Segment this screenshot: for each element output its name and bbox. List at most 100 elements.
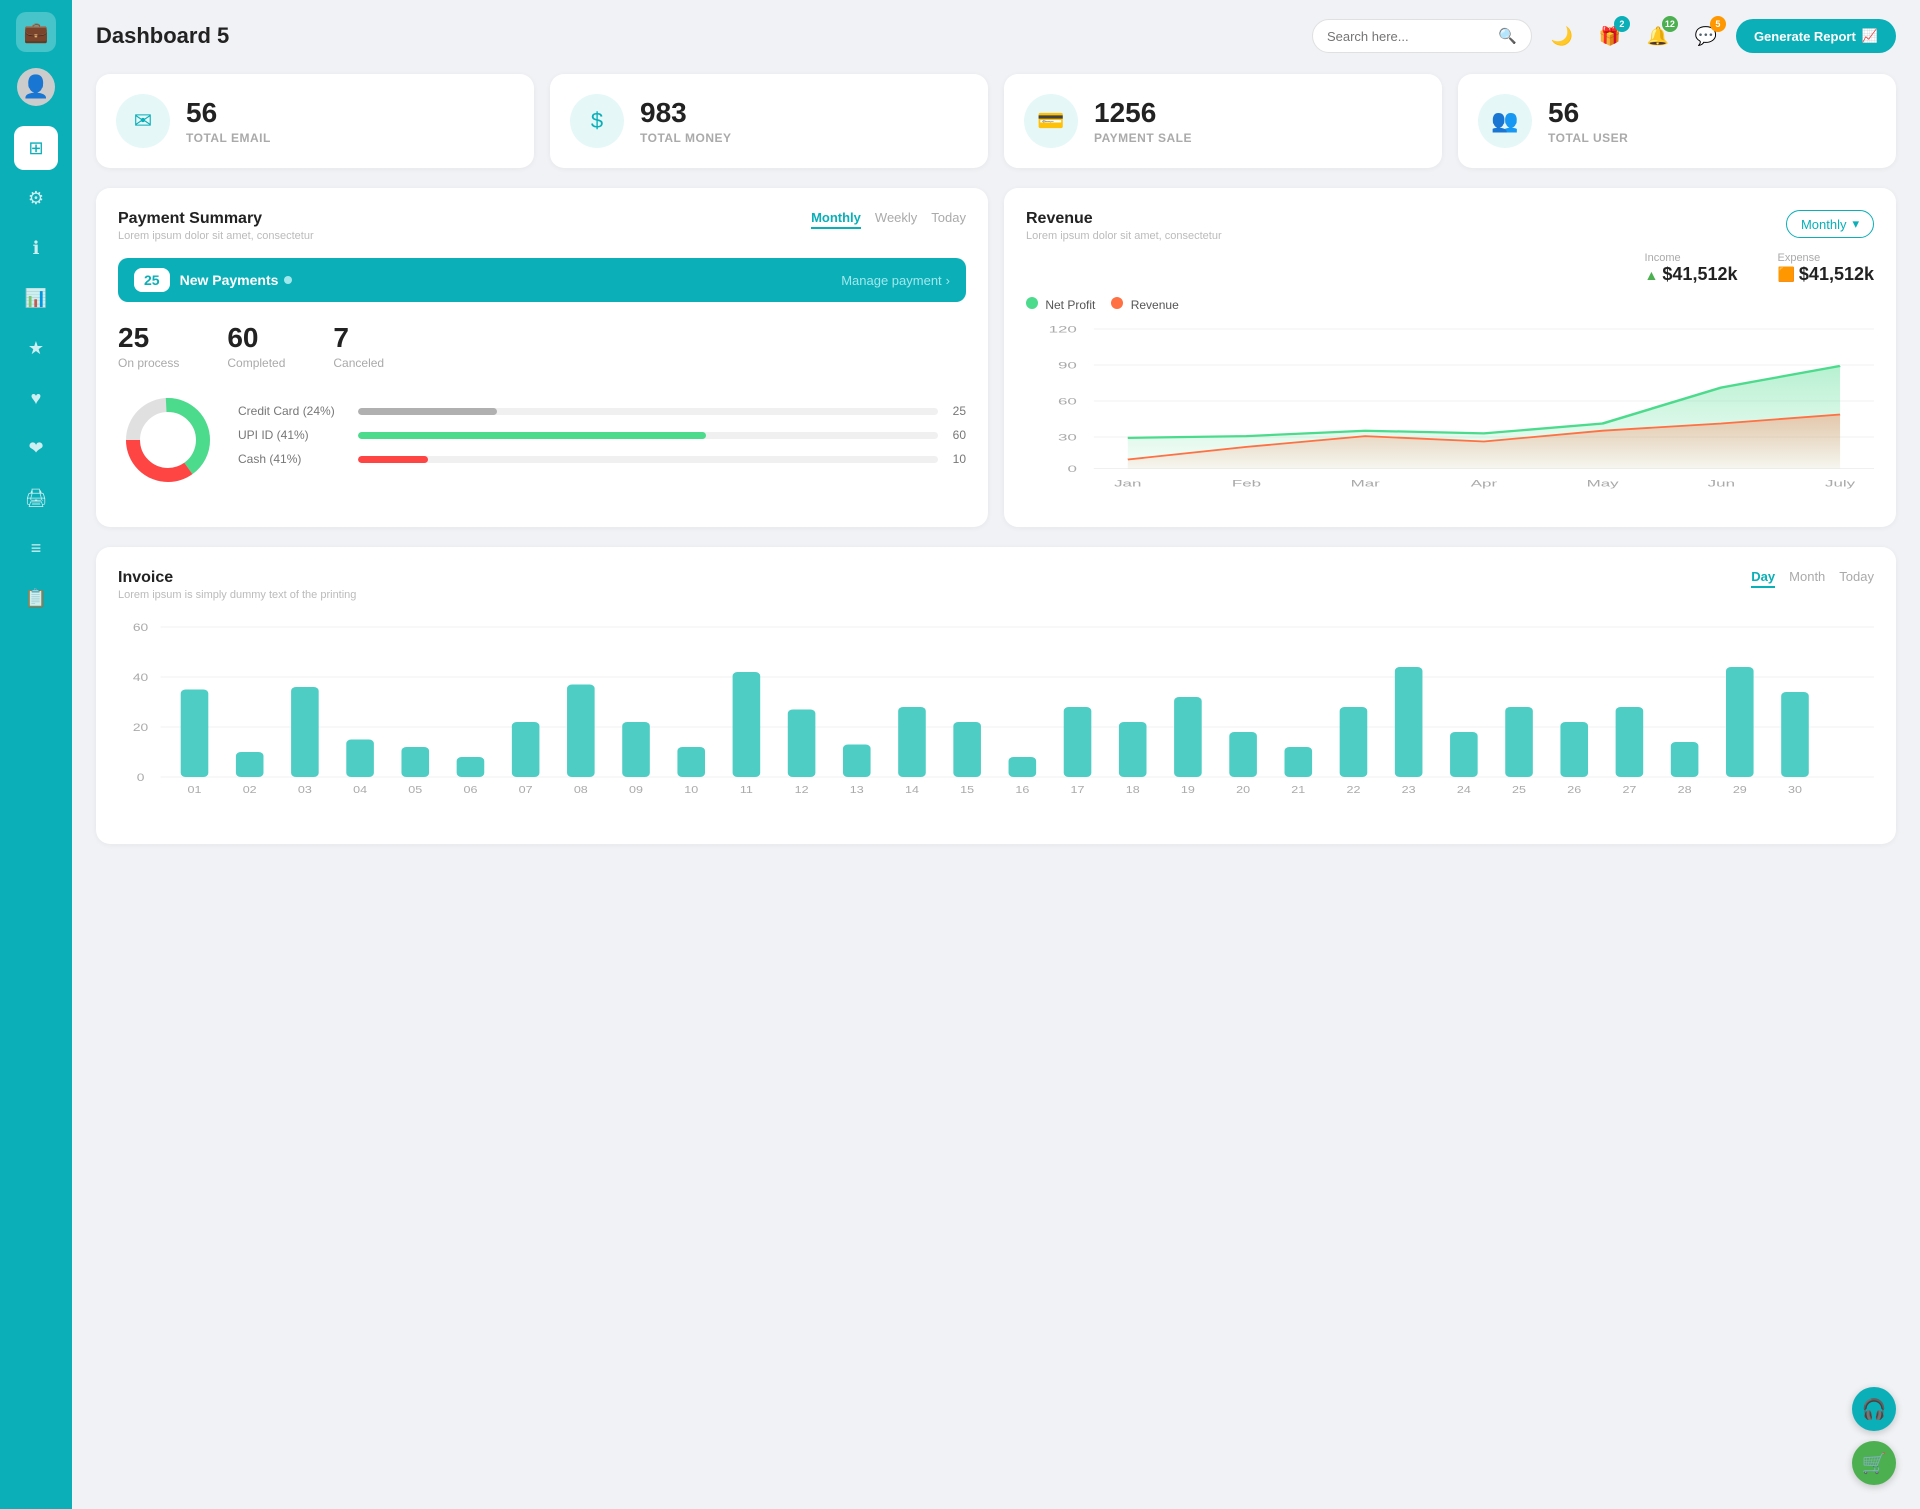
tab-monthly[interactable]: Monthly	[811, 210, 861, 229]
invoice-title-group: Invoice Lorem ipsum is simply dummy text…	[118, 569, 356, 601]
upi-bar-fill	[358, 432, 706, 439]
revenue-legend: Net Profit Revenue	[1026, 297, 1874, 312]
heart2-icon: ❤	[28, 438, 43, 459]
canceled-stat: 7 Canceled	[333, 322, 384, 370]
progress-row-cc: Credit Card (24%) 25	[238, 404, 966, 418]
invoice-bar-9[interactable]	[622, 722, 650, 777]
invoice-bar-18[interactable]	[1119, 722, 1147, 777]
sidebar-item-heart2[interactable]: ❤	[14, 426, 58, 470]
new-payments-label: New Payments	[180, 272, 293, 288]
completed-label: Completed	[227, 356, 285, 370]
invoice-bar-15[interactable]	[953, 722, 981, 777]
revenue-card: Revenue Lorem ipsum dolor sit amet, cons…	[1004, 188, 1896, 527]
invoice-bar-20[interactable]	[1229, 732, 1257, 777]
invoice-bar-1[interactable]	[181, 690, 209, 778]
expense-label: Expense	[1777, 252, 1874, 264]
invoice-bar-25[interactable]	[1505, 707, 1533, 777]
invoice-bar-26[interactable]	[1560, 722, 1588, 777]
invoice-bar-10[interactable]	[677, 747, 705, 777]
invoice-section: Invoice Lorem ipsum is simply dummy text…	[96, 547, 1896, 844]
star-icon: ★	[28, 338, 44, 359]
invoice-bar-2[interactable]	[236, 752, 264, 777]
invoice-x-label-5: 05	[408, 785, 422, 796]
sidebar-item-print[interactable]: 🖨	[14, 476, 58, 520]
income-expense-row: Income ▲ $41,512k Expense 🟧 $41,512k	[1026, 252, 1874, 285]
total-user-label: TOTAL USER	[1548, 131, 1628, 145]
headset-button[interactable]: 🎧	[1852, 1387, 1896, 1431]
invoice-bar-7[interactable]	[512, 722, 540, 777]
sidebar-item-doc[interactable]: 📋	[14, 576, 58, 620]
heart-icon: ♥	[31, 388, 42, 409]
invoice-tab-day[interactable]: Day	[1751, 569, 1775, 588]
total-money-value: 983	[640, 97, 732, 129]
sidebar-item-dashboard[interactable]: ⊞	[14, 126, 58, 170]
sidebar-logo[interactable]: 💼	[16, 12, 56, 52]
sidebar-item-list[interactable]: ≡	[14, 526, 58, 570]
sidebar-item-chart[interactable]: 📊	[14, 276, 58, 320]
invoice-bar-12[interactable]	[788, 710, 816, 778]
message-button[interactable]: 💬 5	[1688, 18, 1724, 54]
user-avatar[interactable]: 👤	[17, 68, 55, 106]
manage-payment-link[interactable]: Manage payment ›	[841, 273, 950, 288]
sidebar-item-settings[interactable]: ⚙	[14, 176, 58, 220]
search-bar[interactable]: 🔍	[1312, 19, 1532, 53]
invoice-x-label-21: 21	[1291, 785, 1305, 796]
invoice-bar-30[interactable]	[1781, 692, 1809, 777]
email-icon: ✉	[116, 94, 170, 148]
invoice-bar-23[interactable]	[1395, 667, 1423, 777]
generate-report-button[interactable]: Generate Report 📈	[1736, 19, 1896, 53]
sidebar-item-star[interactable]: ★	[14, 326, 58, 370]
tab-weekly[interactable]: Weekly	[875, 210, 917, 229]
invoice-bar-16[interactable]	[1009, 757, 1037, 777]
invoice-bar-24[interactable]	[1450, 732, 1478, 777]
invoice-bar-14[interactable]	[898, 707, 926, 777]
sidebar-item-heart[interactable]: ♥	[14, 376, 58, 420]
invoice-x-label-7: 07	[519, 785, 533, 796]
invoice-x-label-4: 04	[353, 785, 367, 796]
gift-button[interactable]: 🎁 2	[1592, 18, 1628, 54]
invoice-bar-6[interactable]	[457, 757, 485, 777]
cash-value: 10	[948, 452, 966, 466]
payment-icon: 💳	[1024, 94, 1078, 148]
sidebar-item-info[interactable]: ℹ	[14, 226, 58, 270]
invoice-bar-28[interactable]	[1671, 742, 1699, 777]
invoice-bar-3[interactable]	[291, 687, 319, 777]
dark-mode-toggle[interactable]: 🌙	[1544, 18, 1580, 54]
invoice-bar-8[interactable]	[567, 685, 595, 778]
svg-text:Feb: Feb	[1232, 479, 1261, 489]
invoice-bar-22[interactable]	[1340, 707, 1368, 777]
total-money-label: TOTAL MONEY	[640, 131, 732, 145]
chart-icon: 📊	[25, 288, 47, 309]
cart-button[interactable]: 🛒	[1852, 1441, 1896, 1485]
invoice-x-label-13: 13	[850, 785, 864, 796]
invoice-bar-21[interactable]	[1284, 747, 1312, 777]
float-buttons: 🎧 🛒	[1852, 1387, 1896, 1485]
invoice-bar-27[interactable]	[1616, 707, 1644, 777]
on-process-label: On process	[118, 356, 179, 370]
cash-label: Cash (41%)	[238, 452, 348, 466]
invoice-x-label-22: 22	[1346, 785, 1360, 796]
cc-bar-bg	[358, 408, 938, 415]
invoice-x-label-3: 03	[298, 785, 312, 796]
svg-text:Mar: Mar	[1351, 479, 1381, 489]
invoice-bar-29[interactable]	[1726, 667, 1754, 777]
invoice-x-label-26: 26	[1567, 785, 1581, 796]
invoice-bar-11[interactable]	[733, 672, 761, 777]
invoice-tab-today[interactable]: Today	[1839, 569, 1874, 588]
invoice-bar-4[interactable]	[346, 740, 374, 778]
invoice-x-label-24: 24	[1457, 785, 1471, 796]
revenue-monthly-dropdown[interactable]: Monthly ▾	[1786, 210, 1874, 238]
stat-info-email: 56 TOTAL EMAIL	[186, 97, 271, 145]
invoice-bar-17[interactable]	[1064, 707, 1092, 777]
invoice-x-label-17: 17	[1071, 785, 1085, 796]
cc-value: 25	[948, 404, 966, 418]
sidebar: 💼 👤 ⊞ ⚙ ℹ 📊 ★ ♥ ❤ 🖨 ≡ 📋	[0, 0, 72, 1509]
tab-today[interactable]: Today	[931, 210, 966, 229]
search-input[interactable]	[1327, 29, 1490, 44]
invoice-bar-13[interactable]	[843, 745, 871, 778]
invoice-bar-19[interactable]	[1174, 697, 1202, 777]
invoice-x-label-18: 18	[1126, 785, 1140, 796]
invoice-bar-5[interactable]	[401, 747, 429, 777]
notification-button[interactable]: 🔔 12	[1640, 18, 1676, 54]
invoice-tab-month[interactable]: Month	[1789, 569, 1825, 588]
